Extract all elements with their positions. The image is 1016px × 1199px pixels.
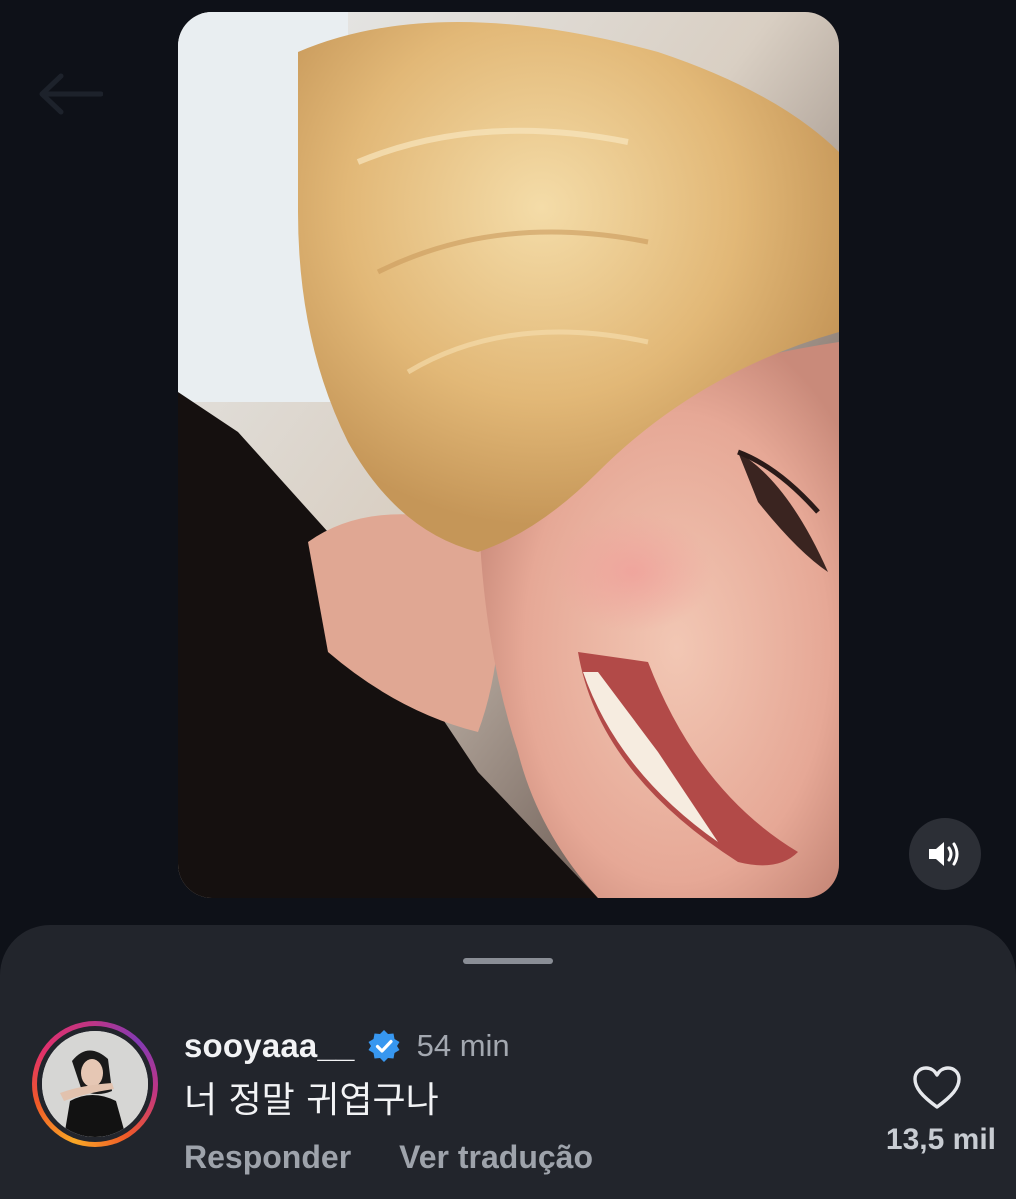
video-thumbnail <box>178 12 839 898</box>
comments-sheet: sooyaaa__ 54 min 너 정말 귀엽구나 Responder Ver… <box>0 925 1016 1199</box>
comment-text: 너 정말 귀엽구나 <box>184 1080 439 1121</box>
comment-username[interactable]: sooyaaa__ <box>184 1027 355 1065</box>
comment-actions: Responder Ver tradução <box>184 1139 593 1176</box>
verified-badge-icon <box>368 1030 400 1062</box>
video-player[interactable] <box>178 12 839 898</box>
avatar <box>42 1031 148 1137</box>
see-translation-button[interactable]: Ver tradução <box>399 1139 593 1176</box>
sheet-drag-handle[interactable] <box>463 958 553 964</box>
comment-time: 54 min <box>416 1028 510 1063</box>
sound-toggle-button[interactable] <box>909 818 981 890</box>
like-count: 13,5 mil <box>885 1123 996 1156</box>
arrow-left-icon <box>39 73 103 115</box>
comment-meta: sooyaaa__ 54 min <box>184 1025 510 1067</box>
avatar-story-ring[interactable] <box>32 1021 158 1147</box>
reply-button[interactable]: Responder <box>184 1139 351 1176</box>
back-button[interactable] <box>34 64 106 124</box>
story-reply-screen: sooyaaa__ 54 min 너 정말 귀엽구나 Responder Ver… <box>0 0 1016 1199</box>
avatar-image <box>42 1031 148 1137</box>
speaker-on-icon <box>929 842 959 866</box>
heart-outline-icon[interactable] <box>912 1065 962 1111</box>
